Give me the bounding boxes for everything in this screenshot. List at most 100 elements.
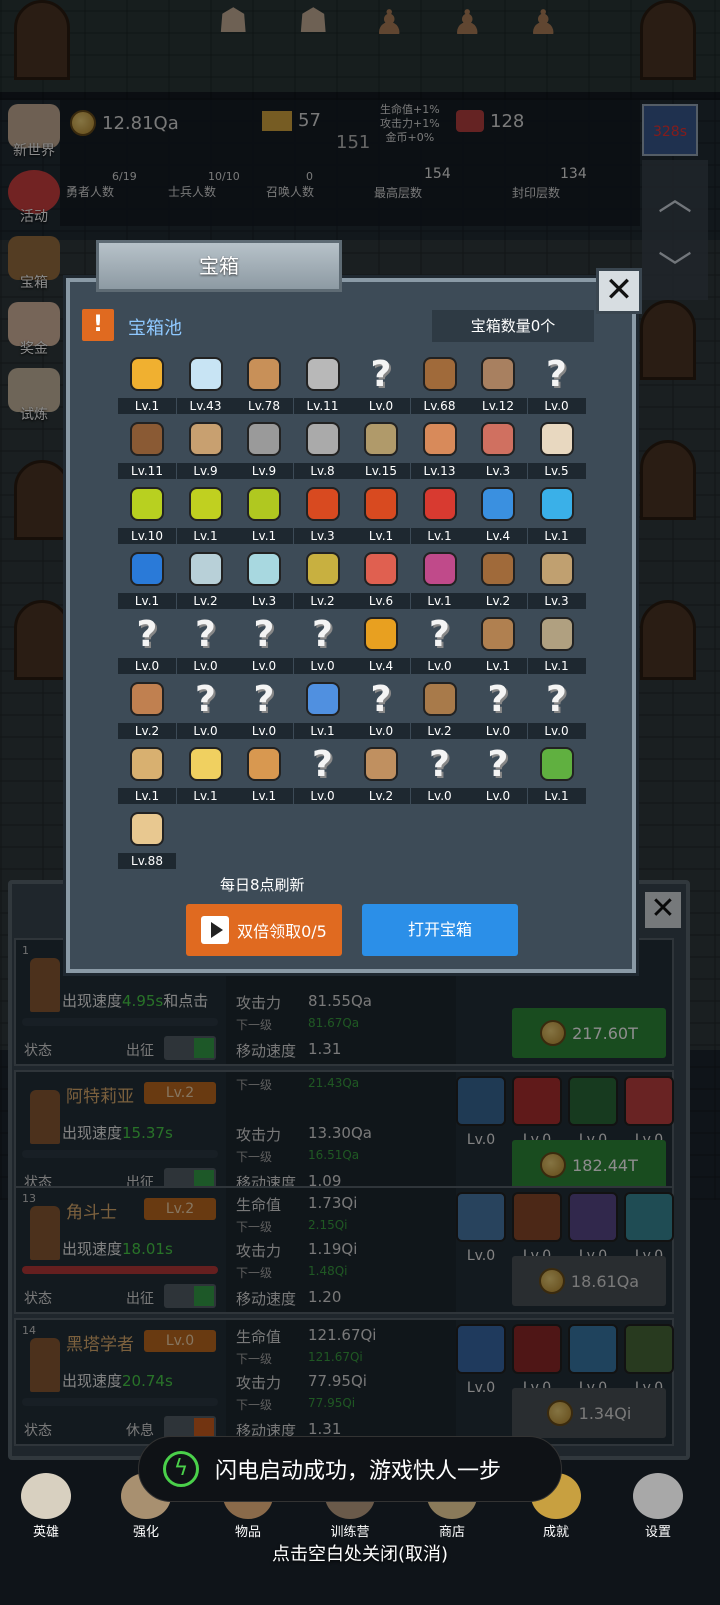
item-level: Lv.0 xyxy=(176,723,235,739)
chest-item[interactable]: Lv.1 xyxy=(527,480,586,544)
chest-item[interactable]: ? Lv.0 xyxy=(235,610,293,674)
chest-item[interactable]: Lv.5 xyxy=(527,415,586,479)
item-level: Lv.6 xyxy=(352,593,410,609)
item-level: Lv.1 xyxy=(118,788,176,804)
chest-item[interactable]: Lv.1 xyxy=(118,350,176,414)
chest-item[interactable]: Lv.2 xyxy=(118,675,176,739)
unknown-icon: ? xyxy=(429,743,450,785)
chest-item[interactable]: ? Lv.0 xyxy=(527,675,586,739)
steak-icon xyxy=(476,417,520,461)
chest-item[interactable]: Lv.2 xyxy=(469,545,527,609)
chest-item[interactable]: ? Lv.0 xyxy=(293,610,352,674)
chest-item[interactable]: ? Lv.0 xyxy=(469,740,527,804)
item-level: Lv.2 xyxy=(118,723,176,739)
chest-item[interactable]: Lv.1 xyxy=(410,545,469,609)
chest-item[interactable]: Lv.8 xyxy=(293,415,352,479)
chest-item[interactable]: ? Lv.0 xyxy=(176,675,235,739)
open-chest-button[interactable]: 打开宝箱 xyxy=(362,904,518,956)
potion-icon xyxy=(359,482,403,526)
chest-item[interactable]: ? Lv.0 xyxy=(176,610,235,674)
armor-icon xyxy=(418,352,462,396)
item-level: Lv.88 xyxy=(118,853,176,869)
nav-settings[interactable]: 设置 xyxy=(608,1470,708,1540)
chest-item[interactable]: Lv.1 xyxy=(176,740,235,804)
potion-icon xyxy=(125,482,169,526)
chest-item[interactable]: ? Lv.0 xyxy=(352,675,410,739)
sword-icon xyxy=(242,352,286,396)
chest-item[interactable]: Lv.88 xyxy=(118,805,176,869)
item-level: Lv.1 xyxy=(527,528,586,544)
chest-item[interactable]: ? Lv.0 xyxy=(293,740,352,804)
item-level: Lv.9 xyxy=(176,463,235,479)
chest-item[interactable]: Lv.1 xyxy=(176,480,235,544)
chest-item[interactable]: Lv.1 xyxy=(118,740,176,804)
chest-item[interactable]: Lv.3 xyxy=(469,415,527,479)
chest-item[interactable]: Lv.3 xyxy=(293,480,352,544)
item-level: Lv.1 xyxy=(527,658,586,674)
chest-item[interactable]: ? Lv.0 xyxy=(235,675,293,739)
club-icon xyxy=(125,742,169,786)
chest-item[interactable]: Lv.2 xyxy=(176,545,235,609)
chest-item[interactable]: Lv.3 xyxy=(235,545,293,609)
dialog-close-button[interactable]: ✕ xyxy=(596,268,642,314)
chest-item[interactable]: Lv.11 xyxy=(118,415,176,479)
double-claim-button[interactable]: 双倍领取0/5 xyxy=(186,904,342,956)
sword-icon xyxy=(301,352,345,396)
unknown-icon: ? xyxy=(370,353,392,395)
chest-item[interactable]: Lv.1 xyxy=(118,545,176,609)
chest-item[interactable]: Lv.2 xyxy=(293,545,352,609)
item-level: Lv.2 xyxy=(469,593,527,609)
chest-item[interactable]: Lv.68 xyxy=(410,350,469,414)
chest-item[interactable]: Lv.1 xyxy=(293,675,352,739)
chest-item[interactable]: Lv.6 xyxy=(352,545,410,609)
item-level: Lv.0 xyxy=(352,398,410,414)
item-level: Lv.2 xyxy=(293,593,352,609)
bottle-icon xyxy=(301,547,345,591)
item-level: Lv.13 xyxy=(410,463,469,479)
chest-item[interactable]: Lv.3 xyxy=(527,545,586,609)
chest-item[interactable]: Lv.1 xyxy=(469,610,527,674)
chest-item[interactable]: Lv.1 xyxy=(235,480,293,544)
chest-item[interactable]: Lv.1 xyxy=(410,480,469,544)
chest-item[interactable]: Lv.43 xyxy=(176,350,235,414)
chest-item[interactable]: ? Lv.0 xyxy=(527,350,586,414)
chest-item[interactable]: Lv.1 xyxy=(352,480,410,544)
unknown-icon: ? xyxy=(312,613,333,655)
chest-item[interactable]: Lv.78 xyxy=(235,350,293,414)
item-level: Lv.0 xyxy=(118,658,176,674)
item-level: Lv.2 xyxy=(352,788,410,804)
hood-icon xyxy=(125,417,169,461)
chest-item[interactable]: Lv.1 xyxy=(235,740,293,804)
item-level: Lv.10 xyxy=(118,528,176,544)
potion-icon xyxy=(242,482,286,526)
chest-item[interactable]: ? Lv.0 xyxy=(410,610,469,674)
chest-item[interactable]: ? Lv.0 xyxy=(469,675,527,739)
wand-icon xyxy=(535,742,579,786)
chest-item[interactable]: Lv.9 xyxy=(235,415,293,479)
chest-item[interactable]: Lv.4 xyxy=(352,610,410,674)
item-level: Lv.0 xyxy=(235,723,293,739)
bottle-icon xyxy=(242,547,286,591)
unknown-icon: ? xyxy=(429,613,450,655)
chest-item[interactable]: Lv.9 xyxy=(176,415,235,479)
chest-item[interactable]: Lv.2 xyxy=(410,675,469,739)
boot-icon xyxy=(535,547,579,591)
refresh-note: 每日8点刷新 xyxy=(220,876,305,894)
chest-item[interactable]: Lv.2 xyxy=(352,740,410,804)
chest-item[interactable]: Lv.1 xyxy=(527,610,586,674)
chest-item[interactable]: Lv.13 xyxy=(410,415,469,479)
chest-item[interactable]: ? Lv.0 xyxy=(118,610,176,674)
chest-item[interactable]: Lv.15 xyxy=(352,415,410,479)
chest-item[interactable]: ? Lv.0 xyxy=(410,740,469,804)
item-level: Lv.9 xyxy=(235,463,293,479)
chest-item[interactable]: Lv.1 xyxy=(527,740,586,804)
chest-item[interactable]: Lv.12 xyxy=(469,350,527,414)
chest-item[interactable]: ? Lv.0 xyxy=(352,350,410,414)
boot-icon xyxy=(476,547,520,591)
nav-heroes[interactable]: 英雄 xyxy=(0,1470,96,1540)
close-hint: 点击空白处关闭(取消) xyxy=(271,1544,449,1565)
chest-item[interactable]: Lv.4 xyxy=(469,480,527,544)
item-level: Lv.0 xyxy=(527,723,586,739)
chest-item[interactable]: Lv.10 xyxy=(118,480,176,544)
chest-item[interactable]: Lv.11 xyxy=(293,350,352,414)
